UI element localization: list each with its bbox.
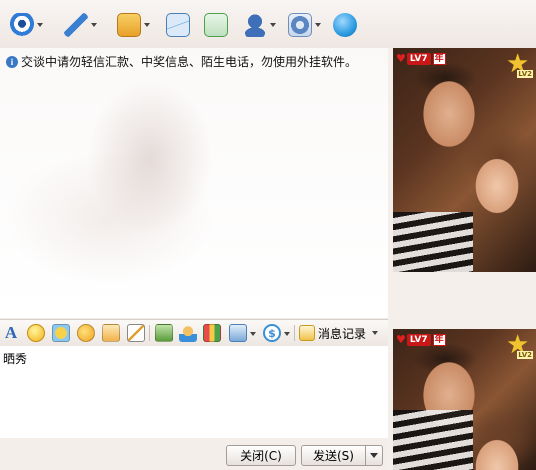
gift-icon[interactable] (203, 324, 221, 342)
security-notice: i 交谈中请勿轻信汇款、中奖信息、陌生电话，勿使用外挂软件。 (6, 53, 357, 70)
chevron-down-icon[interactable] (270, 23, 276, 27)
profile-panel: ♥ LV7 年 ★ LV2 ♥ LV7 年 ★ LV2 (388, 48, 536, 470)
photo-detail (393, 212, 473, 272)
message-input[interactable]: 晒秀 (0, 346, 388, 438)
send-sms-button[interactable] (166, 10, 190, 40)
close-button[interactable]: 关闭(C) (226, 445, 296, 466)
self-show-photo[interactable]: ♥ LV7 年 ★ LV2 (393, 329, 536, 470)
level-badge: ♥ LV7 年 (396, 52, 446, 65)
message-history-label: 消息记录 (318, 326, 367, 341)
chevron-down-icon[interactable] (91, 23, 97, 27)
user-helmet-icon (243, 13, 267, 37)
message-input-text[interactable]: 晒秀 (3, 350, 27, 367)
magic-emoji-icon[interactable] (52, 324, 70, 342)
chevron-down-icon[interactable] (250, 332, 256, 336)
gear-icon (288, 13, 312, 37)
font-icon[interactable]: A (2, 324, 20, 342)
chevron-down-icon[interactable] (144, 23, 150, 27)
chat-history[interactable]: i 交谈中请勿轻信汇款、中奖信息、陌生电话，勿使用外挂软件。 (0, 48, 388, 318)
heart-icon: ♥ (396, 52, 406, 65)
create-discussion-button[interactable] (204, 10, 228, 40)
refresh-globe-icon (333, 13, 357, 37)
action-bar: 关闭(C) 发送(S) (0, 438, 388, 470)
remote-assistance-button[interactable] (243, 10, 276, 40)
send-options-button[interactable] (365, 445, 383, 466)
voice-call-button[interactable] (64, 10, 97, 40)
security-notice-text: 交谈中请勿轻信汇款、中奖信息、陌生电话，勿使用外挂软件。 (21, 55, 358, 69)
emoji-icon[interactable] (27, 324, 45, 342)
chevron-down-icon[interactable] (284, 332, 290, 336)
send-file-button[interactable] (117, 10, 150, 40)
level-text: LV7 (406, 333, 431, 346)
contact-show-photo[interactable]: ♥ LV7 年 ★ LV2 (393, 48, 536, 272)
input-toolbar: A $ 消息记录 (0, 319, 388, 347)
microphone-icon (64, 13, 88, 37)
history-icon (299, 325, 315, 341)
toolbar-divider (294, 325, 295, 341)
folder-icon (117, 13, 141, 37)
switch-app-button[interactable] (333, 10, 357, 40)
heart-icon: ♥ (396, 333, 406, 346)
star-level-text: LV2 (517, 70, 533, 78)
discussion-add-icon (204, 13, 228, 37)
level-badge: ♥ LV7 年 (396, 333, 446, 346)
message-history-button[interactable]: 消息记录 (299, 323, 379, 343)
music-icon[interactable] (179, 324, 197, 342)
chevron-down-icon[interactable] (372, 331, 379, 335)
chevron-down-icon[interactable] (315, 23, 321, 27)
screenshot-icon[interactable] (229, 324, 247, 342)
star-icon: ★ LV2 (506, 330, 533, 360)
chevron-down-icon[interactable] (37, 23, 43, 27)
send-button[interactable]: 发送(S) (301, 445, 366, 466)
picture-icon[interactable] (155, 324, 173, 342)
star-icon: ★ LV2 (506, 49, 533, 79)
info-icon: i (6, 55, 18, 68)
level-text: LV7 (406, 52, 431, 65)
chevron-down-icon (370, 453, 378, 458)
envelope-icon (166, 13, 190, 37)
payment-icon[interactable]: $ (263, 324, 281, 342)
webcam-icon (10, 13, 34, 37)
shake-window-icon[interactable] (77, 324, 95, 342)
toolbar-divider (149, 325, 150, 341)
video-call-button[interactable] (10, 10, 43, 40)
year-badge: 年 (432, 52, 446, 65)
handwriting-icon[interactable] (127, 324, 145, 342)
doodle-icon[interactable] (102, 324, 120, 342)
chat-toolbar (0, 0, 536, 48)
app-center-button[interactable] (288, 10, 321, 40)
year-badge: 年 (432, 333, 446, 346)
photo-detail (393, 410, 473, 470)
star-level-text: LV2 (517, 351, 533, 359)
